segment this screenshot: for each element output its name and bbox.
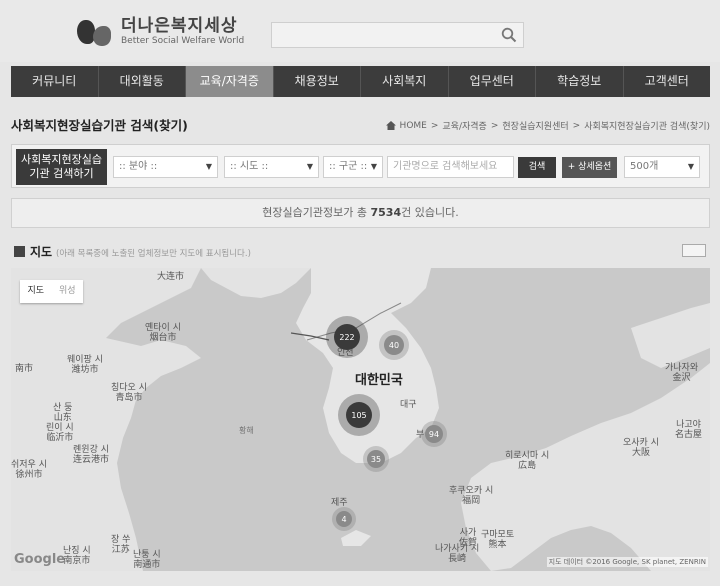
map-label-osaka: 오사카 시 大阪	[623, 438, 659, 458]
map-section-title: 지도	[30, 245, 53, 259]
nav-item-customer-center[interactable]: 고객센터	[624, 66, 711, 97]
map-label-yantai: 옌타이 시 烟台市	[145, 323, 181, 343]
map-cluster-marker[interactable]: 94	[421, 421, 447, 447]
chevron-down-icon: ▼	[370, 162, 377, 171]
map-cluster-marker[interactable]: 35	[363, 446, 389, 472]
breadcrumb: HOME > 교육/자격증 > 현장실습지원센터 > 사회복지현장실습기관 검색…	[385, 119, 710, 132]
map-toggle-icon[interactable]	[682, 244, 706, 257]
nav-item-jobs[interactable]: 채용정보	[274, 66, 361, 97]
map-label-kumamoto: 구마모토 熊本	[481, 530, 515, 550]
cluster-count: 4	[336, 511, 352, 527]
chevron-down-icon: ▼	[687, 162, 694, 171]
search-icon[interactable]	[501, 27, 517, 43]
map-cluster-marker[interactable]: 222	[326, 316, 368, 358]
nav-item-education[interactable]: 교육/자격증	[186, 66, 274, 97]
nav-item-work-center[interactable]: 업무센터	[449, 66, 536, 97]
nav-item-external-activities[interactable]: 대외활동	[99, 66, 186, 97]
cluster-count: 40	[384, 335, 404, 355]
header: 더나은복지세상 Better Social Welfare World	[0, 0, 720, 62]
filter-label: 사회복지현장실습 기관 검색하기	[16, 149, 107, 185]
logo-title: 더나은복지세상	[121, 16, 238, 36]
page-title: 사회복지현장실습기관 검색(찾기)	[11, 118, 188, 133]
district-select[interactable]: :: 구군 :: ▼	[323, 156, 383, 178]
advanced-options-button[interactable]: + 상세옵션	[562, 157, 617, 178]
page-size-select[interactable]: 500개 ▼	[624, 156, 700, 178]
site-search-input[interactable]	[271, 22, 524, 48]
title-row: 사회복지현장실습기관 검색(찾기) HOME > 교육/자격증 > 현장실습지원…	[11, 115, 710, 135]
map-label-yellow-sea: 황해	[239, 426, 254, 435]
breadcrumb-education[interactable]: 교육/자격증	[442, 119, 486, 132]
breadcrumb-home[interactable]: HOME	[400, 121, 427, 131]
map-label-korea: 대한민국	[355, 373, 403, 388]
home-icon	[385, 121, 396, 130]
map-label-xuzhou: 쉬저우 시 徐州市	[11, 460, 47, 480]
map-label-fukuoka: 후쿠오카 시 福岡	[449, 486, 494, 506]
field-select[interactable]: :: 분야 :: ▼	[113, 156, 218, 178]
map-cluster-marker[interactable]: 4	[332, 507, 356, 531]
map-label-nanjing: 난징 시 南京市	[63, 546, 91, 566]
map-label-qingdao: 칭다오 시 青岛市	[111, 383, 147, 403]
map-label-nagasaki: 나가사키 시 長崎	[435, 544, 480, 564]
chevron-down-icon: ▼	[306, 162, 313, 171]
breadcrumb-current: 사회복지현장실습기관 검색(찾기)	[584, 122, 710, 132]
result-count: 7534	[370, 206, 402, 219]
nav-item-learning[interactable]: 학습정보	[536, 66, 624, 97]
map-label-kanazawa: 가나자와 金沢	[665, 363, 699, 383]
cluster-count: 94	[425, 425, 443, 443]
cluster-count: 222	[334, 324, 360, 350]
map-label-nantong: 난퉁 시 南通市	[133, 550, 161, 570]
page-size-value: 500개	[630, 161, 659, 172]
result-count-bar: 현장실습기관정보가 총 7534건 있습니다.	[11, 198, 710, 228]
map-label-lianyungang: 롄윈강 시 连云港市	[73, 445, 110, 465]
search-button[interactable]: 검색	[518, 157, 556, 178]
site-logo[interactable]: 더나은복지세상 Better Social Welfare World	[75, 16, 244, 48]
map-copyright[interactable]: 지도 데이터 ©2016 Google, SK planet, ZENRIN	[546, 557, 708, 567]
nav-item-community[interactable]: 커뮤니티	[11, 66, 99, 97]
map-label-weifang: 웨이팡 시 潍坊市	[67, 355, 103, 375]
main-nav: 커뮤니티 대외활동 교육/자격증 채용정보 사회복지 업무센터 학습정보 고객센…	[11, 66, 710, 97]
district-select-value: :: 구군 ::	[329, 161, 368, 172]
map-type-map-button[interactable]: 지도	[20, 280, 52, 303]
map-label-nagoya: 나고야 名古屋	[675, 420, 703, 440]
map-cluster-marker[interactable]: 40	[379, 330, 409, 360]
breadcrumb-separator: >	[490, 120, 499, 131]
breadcrumb-separator: >	[572, 120, 581, 131]
region-select[interactable]: :: 시도 :: ▼	[224, 156, 319, 178]
chevron-down-icon: ▼	[205, 162, 212, 171]
map-label-daegu: 대구	[400, 400, 417, 410]
filter-label-line1: 사회복지현장실습	[21, 153, 102, 166]
region-select-value: :: 시도 ::	[230, 161, 269, 172]
map-label-shandong: 산 둥 山东	[53, 403, 73, 423]
search-filter-bar: 사회복지현장실습 기관 검색하기 :: 분야 :: ▼ :: 시도 :: ▼ :…	[11, 144, 710, 188]
logo-subtitle: Better Social Welfare World	[121, 36, 245, 46]
map-section-header: 지도 (아래 목록중에 노출된 업체정보만 지도에 표시됩니다.)	[11, 240, 710, 262]
map-cluster-marker[interactable]: 105	[338, 394, 380, 436]
result-count-prefix: 현장실습기관정보가 총	[262, 206, 371, 219]
result-count-suffix: 건 있습니다.	[401, 206, 459, 219]
breadcrumb-separator: >	[430, 120, 439, 131]
keyword-input[interactable]: 기관명으로 검색해보세요	[387, 156, 514, 178]
map-label-hiroshima: 히로시마 시 広島	[505, 451, 550, 471]
filter-label-line2: 기관 검색하기	[29, 167, 94, 180]
map-view[interactable]: 지도 위성 대한민국 大连市 옌타이 시 烟台市 웨이팡 시 潍坊市 칭다오 시 青岛…	[11, 268, 710, 571]
google-logo: Google	[14, 552, 66, 567]
page: 더나은복지세상 Better Social Welfare World 커뮤니티…	[0, 0, 720, 586]
map-label-jiangsu: 장 쑤 江苏	[111, 535, 131, 555]
section-bullet-icon	[14, 246, 25, 257]
nav-item-social-welfare[interactable]: 사회복지	[361, 66, 449, 97]
breadcrumb-practicum-center[interactable]: 현장실습지원센터	[502, 119, 568, 132]
cluster-count: 35	[367, 450, 385, 468]
map-label-linyi: 린이 시 临沂市	[46, 423, 74, 443]
field-select-value: :: 분야 ::	[119, 161, 158, 172]
map-type-switch: 지도 위성	[20, 280, 83, 303]
map-label-dalian: 大连市	[157, 272, 185, 282]
cluster-count: 105	[346, 402, 372, 428]
map-label-south-city: 南市	[15, 364, 34, 374]
map-section-note: (아래 목록중에 노출된 업체정보만 지도에 표시됩니다.)	[56, 249, 251, 259]
logo-mark-icon	[75, 16, 117, 48]
map-type-satellite-button[interactable]: 위성	[52, 280, 84, 303]
